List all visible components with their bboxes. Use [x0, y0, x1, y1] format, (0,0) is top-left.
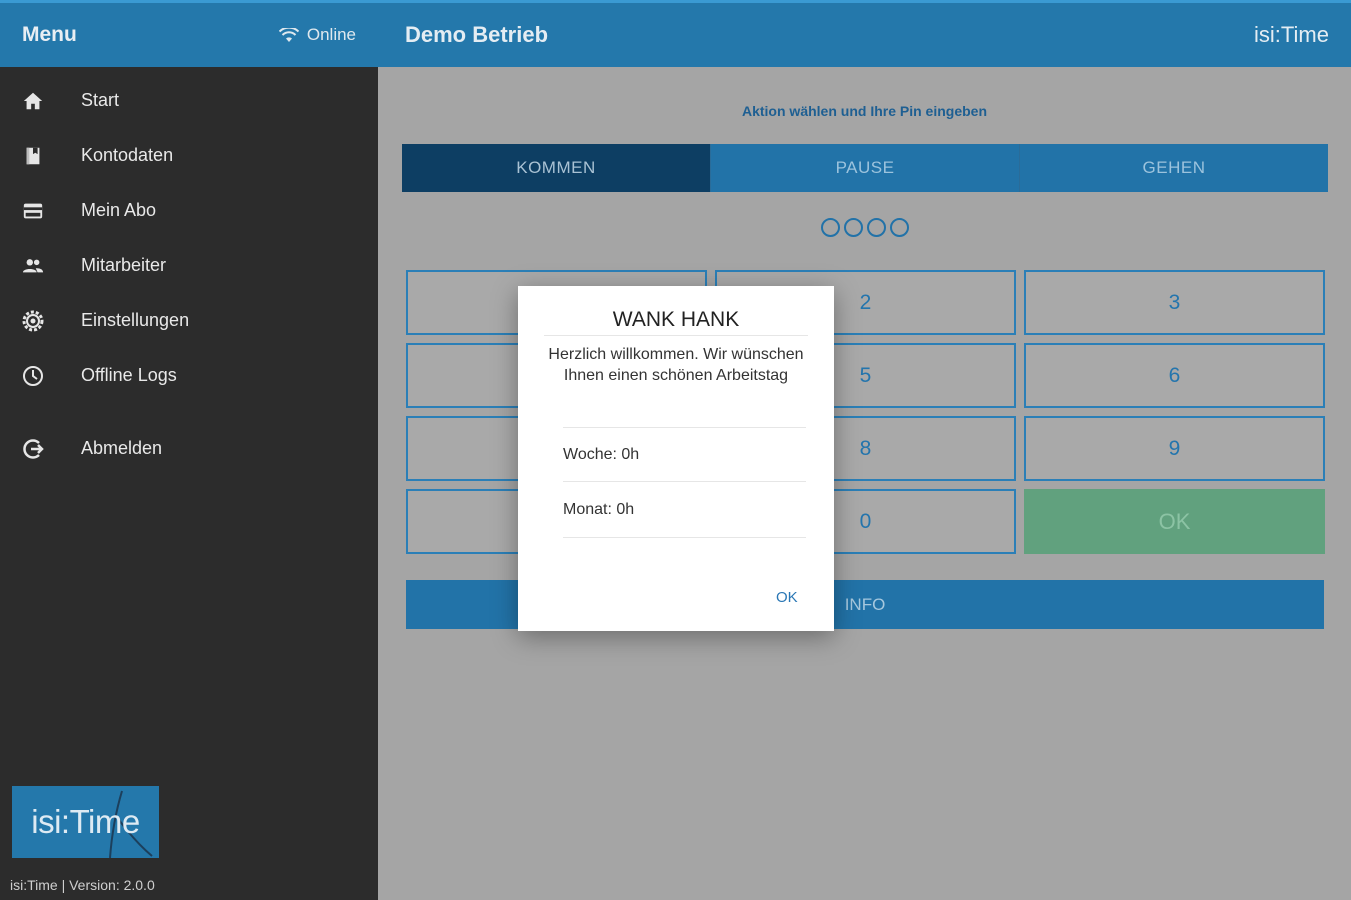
keypad-key-9[interactable]: 9 — [1024, 416, 1325, 481]
pin-dot — [889, 218, 909, 237]
sidebar-item-label: Offline Logs — [81, 365, 177, 385]
pin-dot — [843, 218, 863, 237]
dialog-title: WANK HANK — [612, 308, 740, 331]
sidebar-item-label: Start — [81, 90, 120, 110]
logout-icon — [20, 436, 46, 462]
instruction-text: Aktion wählen und Ihre Pin eingeben — [741, 103, 988, 119]
page-title: Demo Betrieb — [405, 22, 549, 47]
top-bar: Demo Betrieb isi:Time — [378, 0, 1351, 67]
sidebar-item-mitarbeiter[interactable]: Mitarbeiter — [0, 238, 378, 293]
brand-name: isi:Time — [1254, 22, 1329, 47]
app-logo: isi:Time — [12, 786, 159, 858]
week-hours: Woche: 0h — [563, 427, 806, 482]
dialog-message: Herzlich willkommen. Wir wünschen Ihnen … — [548, 346, 804, 384]
pin-dot — [820, 218, 840, 237]
clock-icon — [20, 363, 46, 389]
dialog-ok-button[interactable]: OK — [776, 589, 798, 606]
home-icon — [20, 88, 46, 114]
app-version: isi:Time | Version: 2.0.0 — [10, 877, 155, 893]
action-tabs: KOMMEN PAUSE GEHEN — [402, 144, 1328, 192]
sidebar-item-start[interactable]: Start — [0, 73, 378, 128]
logo-text: isi:Time — [31, 803, 140, 840]
credit-card-icon — [20, 198, 46, 224]
people-icon — [20, 253, 46, 279]
sidebar-item-kontodaten[interactable]: Kontodaten — [0, 128, 378, 183]
sidebar-item-label: Mitarbeiter — [81, 255, 167, 275]
tab-pause[interactable]: PAUSE — [711, 144, 1020, 192]
connection-status-label: Online — [306, 25, 356, 44]
pin-dot — [866, 218, 886, 237]
keypad-ok-button[interactable]: OK — [1024, 489, 1325, 554]
wifi-icon — [278, 27, 299, 42]
pin-indicator — [378, 218, 1351, 237]
connection-status: Online — [278, 25, 356, 45]
sidebar-item-label: Kontodaten — [81, 145, 174, 165]
dialog-divider — [544, 335, 808, 336]
keypad-key-3[interactable]: 3 — [1024, 270, 1325, 335]
sidebar-item-einstellungen[interactable]: Einstellungen — [0, 293, 378, 348]
keypad-key-6[interactable]: 6 — [1024, 343, 1325, 408]
sidebar-item-offline-logs[interactable]: Offline Logs — [0, 348, 378, 403]
sidebar-item-label: Abmelden — [81, 438, 163, 458]
sidebar-nav: Start Kontodaten Mein Abo Mitarbeiter Ei… — [0, 67, 378, 476]
sidebar-item-mein-abo[interactable]: Mein Abo — [0, 183, 378, 238]
sidebar-item-label: Mein Abo — [81, 200, 157, 220]
month-hours: Monat: 0h — [563, 483, 806, 538]
settings-icon — [20, 308, 46, 334]
sidebar: Menu Online Start Kontodaten Mein Abo Mi… — [0, 0, 378, 900]
tab-gehen[interactable]: GEHEN — [1020, 144, 1328, 192]
sidebar-header: Menu Online — [0, 0, 378, 67]
welcome-dialog: WANK HANK Herzlich willkommen. Wir wünsc… — [518, 286, 834, 631]
sidebar-item-abmelden[interactable]: Abmelden — [0, 421, 378, 476]
book-icon — [20, 143, 46, 169]
tab-kommen[interactable]: KOMMEN — [402, 144, 711, 192]
sidebar-item-label: Einstellungen — [81, 310, 190, 330]
sidebar-title: Menu — [22, 23, 77, 46]
